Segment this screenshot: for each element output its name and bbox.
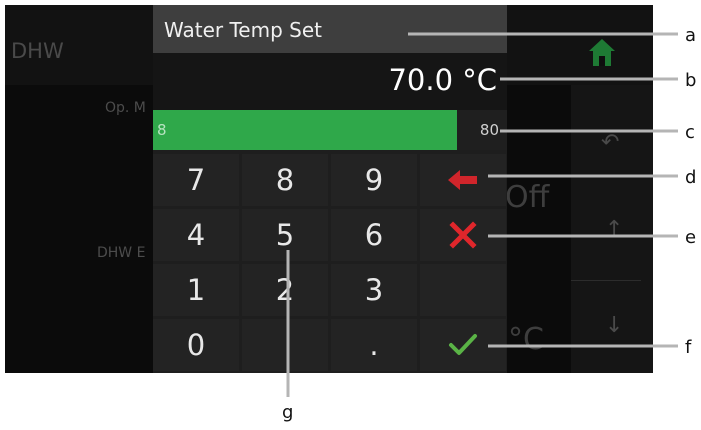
- callout-g: g: [282, 402, 293, 423]
- callout-d: d: [685, 167, 696, 188]
- callout-e: e: [685, 227, 696, 248]
- callout-a: a: [685, 25, 696, 46]
- callout-b: b: [685, 70, 696, 91]
- callout-layer: a b c d e f g: [282, 25, 696, 423]
- callout-c: c: [685, 122, 695, 143]
- callout-f: f: [685, 337, 692, 358]
